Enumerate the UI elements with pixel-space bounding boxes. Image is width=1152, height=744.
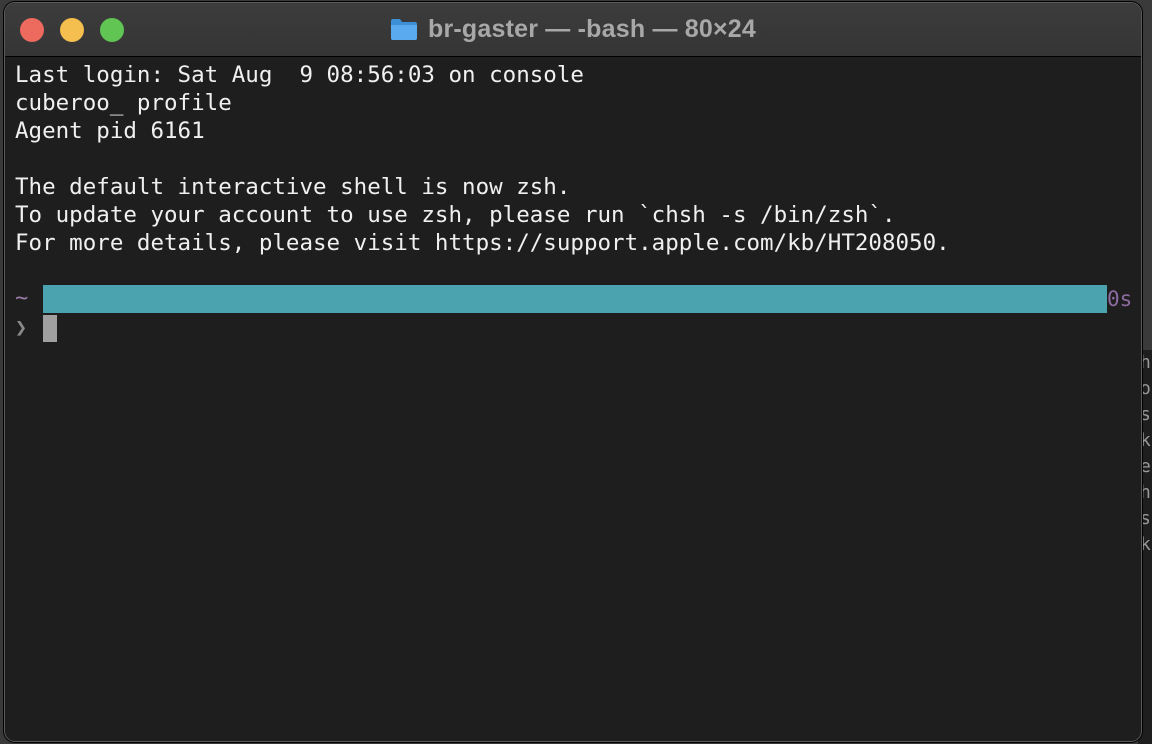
output-line: Agent pid 6161 — [15, 118, 205, 144]
output-line: For more details, please visit https://s… — [15, 230, 950, 256]
window-title-group: br-gaster — -bash — 80×24 — [5, 13, 1141, 45]
prompt-duration: 0s — [1107, 287, 1133, 311]
output-line: The default interactive shell is now zsh… — [15, 174, 571, 200]
prompt-directory: ~ — [15, 286, 29, 311]
prompt-chevron-icon: ❯ — [15, 315, 28, 339]
output-line: To update your account to use zsh, pleas… — [15, 202, 896, 228]
output-line: Last login: Sat Aug 9 08:56:03 on consol… — [15, 62, 584, 88]
title-bar[interactable]: br-gaster — -bash — 80×24 — [5, 3, 1141, 57]
folder-icon — [390, 17, 418, 41]
window-title: br-gaster — -bash — 80×24 — [427, 14, 757, 43]
text-cursor[interactable] — [43, 315, 57, 342]
prompt-bar — [43, 285, 1107, 313]
terminal-content[interactable]: Last login: Sat Aug 9 08:56:03 on consol… — [15, 61, 1141, 741]
output-line: cuberoo_ profile — [15, 90, 232, 116]
terminal-window[interactable]: br-gaster — -bash — 80×24 Last login: Sa… — [4, 2, 1142, 742]
